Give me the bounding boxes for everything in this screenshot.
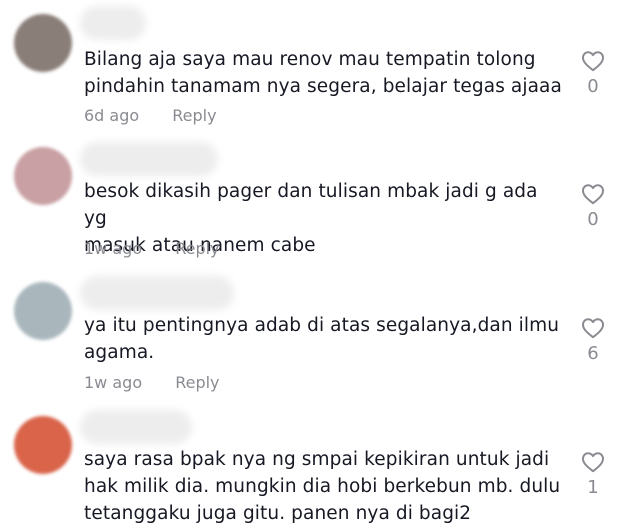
comment-time: 1w ago [84, 239, 143, 258]
username-blurred [80, 276, 234, 310]
like-count: 0 [587, 209, 599, 230]
like-button[interactable]: 1 [580, 451, 606, 498]
like-count: 1 [587, 477, 599, 498]
reply-button[interactable]: Reply [175, 239, 219, 258]
reply-button[interactable]: Reply [175, 373, 219, 392]
avatar[interactable] [14, 147, 72, 205]
heart-outline-icon [582, 452, 604, 473]
username-blurred [80, 410, 192, 444]
heart-outline-icon [582, 184, 604, 205]
comment-meta: 1w ago Reply [84, 373, 220, 392]
comment-item: saya rasa bpak nya ng smpai kepikiran un… [0, 0, 637, 524]
avatar[interactable] [14, 282, 72, 340]
comment-text: ya itu pentingnya adab di atas segalanya… [84, 315, 560, 363]
like-button[interactable]: 6 [580, 317, 606, 364]
comment-meta: 1w ago Reply [84, 239, 220, 258]
heart-outline-icon [582, 318, 604, 339]
comment-text: saya rasa bpak nya ng smpai kepikiran un… [84, 449, 561, 524]
comment-time: 1w ago [84, 373, 143, 392]
like-button[interactable]: 0 [580, 183, 606, 230]
username-blurred [80, 142, 218, 176]
avatar[interactable] [14, 416, 72, 474]
like-count: 6 [587, 343, 599, 364]
